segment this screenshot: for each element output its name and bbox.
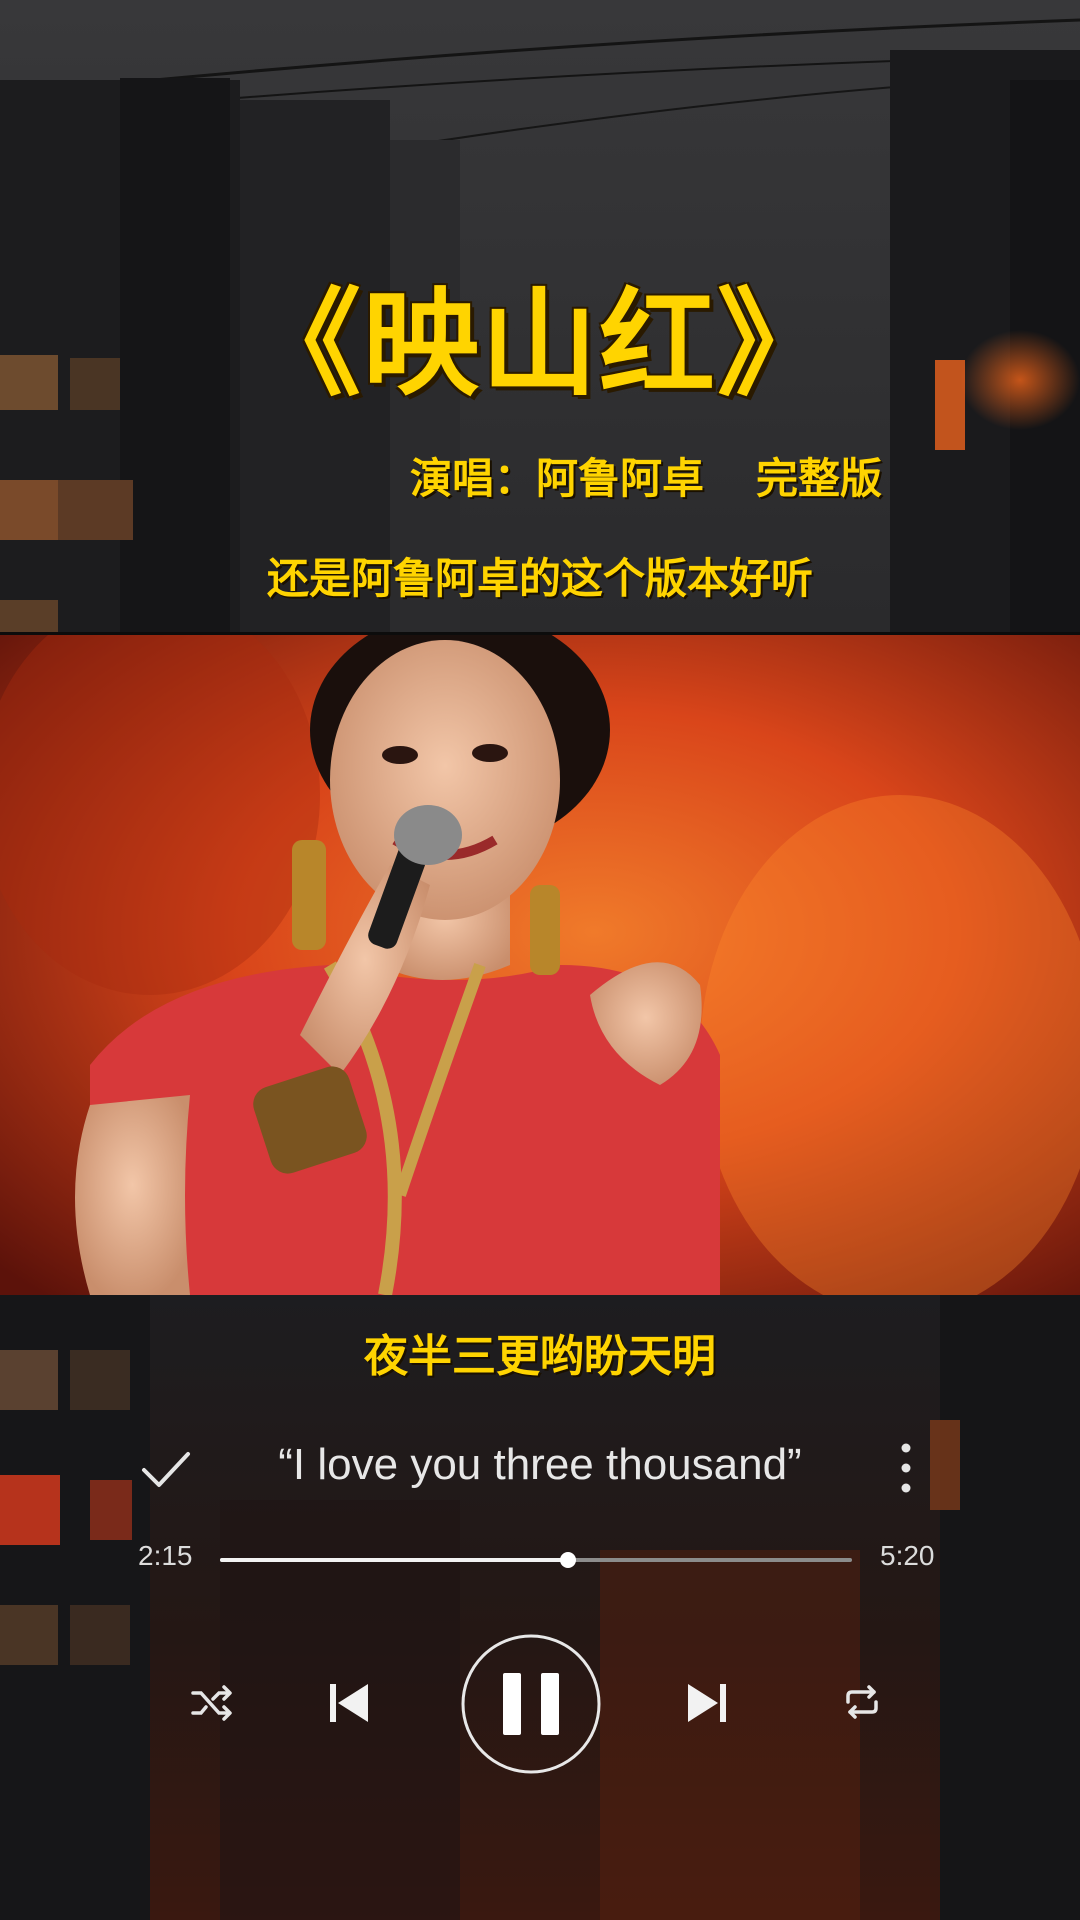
progress-bar[interactable] [220,1552,852,1568]
repeat-icon[interactable] [842,1684,882,1720]
progress-handle[interactable] [559,1552,576,1568]
time-elapsed: 2:15 [138,1540,193,1571]
comment-caption: 还是阿鲁阿卓的这个版本好听 [266,554,813,603]
video-frame[interactable] [0,632,1080,1295]
lyric-caption: 夜半三更哟盼天明 [364,1331,716,1382]
skip-next-icon[interactable] [684,1680,730,1726]
performer-video [0,635,1080,1295]
time-total: 5:20 [880,1540,935,1571]
song-title: 《映山红》 [245,277,835,412]
shuffle-icon[interactable] [190,1684,234,1722]
singer-credit: 演唱：阿鲁阿卓 完整版 [410,445,882,506]
progress-fill [220,1558,568,1562]
singer-label: 演唱：阿鲁阿卓 [410,454,705,503]
more-vertical-icon[interactable] [892,1438,920,1498]
version-label: 完整版 [756,454,883,503]
pause-icon[interactable] [460,1633,602,1775]
skip-previous-icon[interactable] [326,1680,372,1726]
